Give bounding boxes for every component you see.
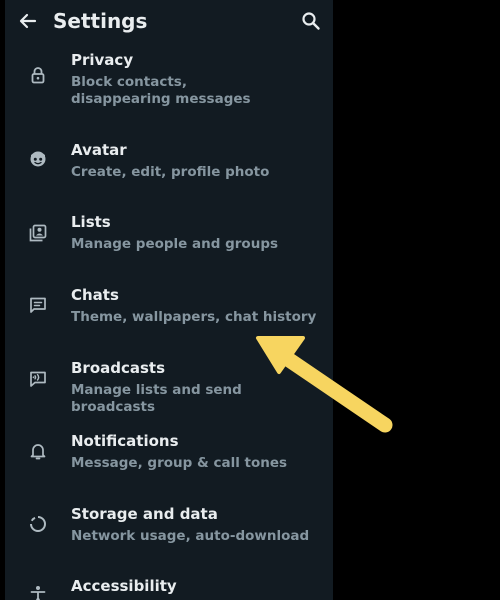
back-arrow-icon — [19, 13, 37, 29]
search-icon — [302, 12, 320, 30]
page-title: Settings — [53, 9, 148, 33]
back-button[interactable] — [15, 8, 41, 34]
annotation-arrow — [256, 336, 393, 433]
search-button[interactable] — [298, 8, 324, 34]
app-bar: Settings — [5, 0, 333, 42]
